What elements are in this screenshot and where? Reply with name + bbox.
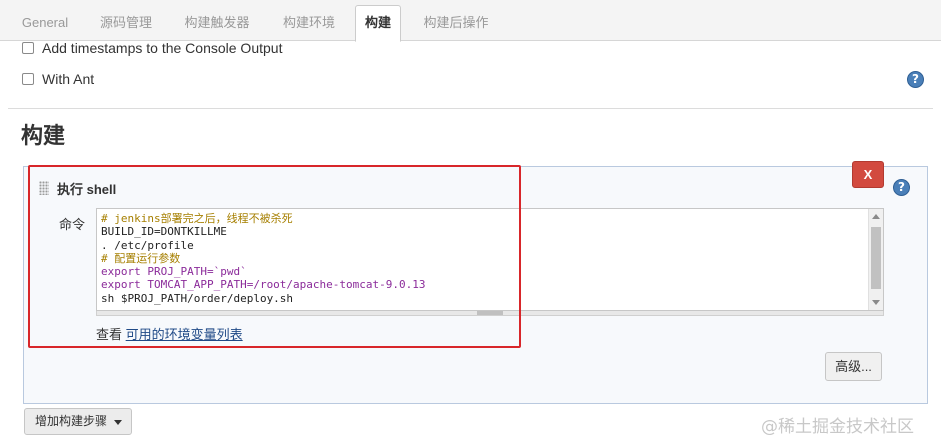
scroll-up-icon[interactable]: [872, 214, 880, 219]
section-title: 构建: [21, 123, 66, 148]
section-divider: [8, 108, 933, 109]
step-help-icon[interactable]: ?: [893, 179, 910, 196]
help-icon[interactable]: ?: [907, 71, 924, 88]
with-ant-checkbox[interactable]: [22, 73, 34, 85]
chevron-down-icon: [114, 420, 122, 425]
tab-build-triggers[interactable]: 构建触发器: [172, 5, 262, 41]
tab-source-control[interactable]: 源码管理: [88, 5, 164, 41]
option-timestamps: Add timestamps to the Console Output: [22, 40, 282, 56]
add-build-step-button[interactable]: 增加构建步骤: [24, 408, 132, 435]
annotation-highlight-box: [28, 165, 521, 348]
tab-general[interactable]: General: [9, 5, 81, 41]
tab-build-environment[interactable]: 构建环境: [270, 5, 348, 41]
watermark: @稀土掘金技术社区: [761, 417, 914, 437]
option-with-ant: With Ant: [22, 71, 94, 87]
add-build-step-label: 增加构建步骤: [35, 414, 108, 428]
advanced-button[interactable]: 高级...: [825, 352, 882, 381]
with-ant-label: With Ant: [42, 71, 95, 87]
scroll-thumb[interactable]: [871, 227, 881, 289]
tab-bar: General 源码管理 构建触发器 构建环境 构建 构建后操作: [0, 0, 941, 42]
remove-step-button[interactable]: X: [852, 161, 884, 188]
editor-scrollbar[interactable]: [868, 209, 883, 310]
tab-post-build[interactable]: 构建后操作: [410, 5, 502, 41]
timestamps-label: Add timestamps to the Console Output: [42, 40, 283, 56]
timestamps-checkbox[interactable]: [22, 42, 34, 54]
scroll-down-icon[interactable]: [872, 300, 880, 305]
tab-build[interactable]: 构建: [355, 5, 401, 42]
